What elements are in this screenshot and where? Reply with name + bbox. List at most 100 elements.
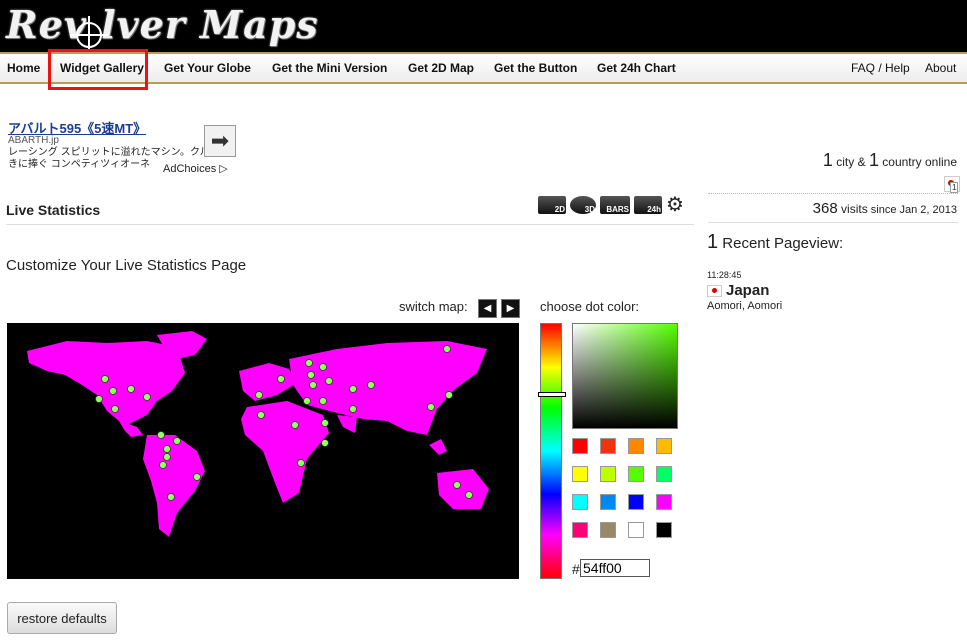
visitor-dot <box>159 461 167 469</box>
color-swatch[interactable] <box>656 522 672 538</box>
nav-get-24h-chart[interactable]: Get 24h Chart <box>597 61 676 75</box>
pageview-country: Japan <box>726 282 770 299</box>
pageview-location: Aomori, Aomori <box>707 300 783 312</box>
page-title: Live Statistics <box>6 202 101 218</box>
color-swatch[interactable] <box>628 522 644 538</box>
color-swatch[interactable] <box>572 466 588 482</box>
section-title: Customize Your Live Statistics Page <box>6 257 247 274</box>
visitor-dot <box>95 395 103 403</box>
country-label: country online <box>878 155 957 169</box>
highlight-box <box>48 49 148 90</box>
visitor-dot <box>307 371 315 379</box>
color-swatch[interactable] <box>656 494 672 510</box>
visitor-dot <box>349 385 357 393</box>
online-count: 1 city & 1 country online <box>823 150 957 171</box>
visitor-dot <box>111 405 119 413</box>
ad-domain: ABARTH.jp <box>8 135 59 146</box>
visitor-dot <box>319 397 327 405</box>
recent-label: Recent Pageview: <box>718 235 844 252</box>
nav-get-the-button[interactable]: Get the Button <box>494 61 577 75</box>
hex-hash: # <box>572 561 580 577</box>
divider <box>6 224 694 225</box>
pageview-time: 11:28:45 <box>707 270 742 280</box>
nav-get-your-globe[interactable]: Get Your Globe <box>164 61 251 75</box>
recent-count: 1 <box>707 231 719 253</box>
prev-map-icon[interactable]: ◀ <box>478 299 497 318</box>
color-swatch[interactable] <box>628 466 644 482</box>
visitor-dot <box>367 381 375 389</box>
hue-slider[interactable] <box>540 323 562 579</box>
arrow-right-icon[interactable]: ➡ <box>204 125 236 157</box>
visit-count: 368 visits since Jan 2, 2013 <box>813 200 957 217</box>
visitor-dot <box>291 421 299 429</box>
visitor-dot <box>319 363 327 371</box>
divider <box>708 222 958 223</box>
country-count: 1 <box>868 150 879 170</box>
color-swatch[interactable] <box>628 494 644 510</box>
restore-defaults-button[interactable]: restore defaults <box>7 602 117 634</box>
visitor-dot <box>325 377 333 385</box>
mode-2d-icon[interactable]: 2D <box>538 196 566 214</box>
visitor-dot <box>167 493 175 501</box>
color-swatch[interactable] <box>572 494 588 510</box>
mode-3d-icon[interactable]: 3D <box>570 196 596 214</box>
color-swatch[interactable] <box>656 438 672 454</box>
nav-faq-help[interactable]: FAQ / Help <box>851 61 910 75</box>
visits-label: visits <box>837 202 868 216</box>
mode-bars-icon[interactable]: BARS <box>600 196 630 214</box>
color-swatch[interactable] <box>600 466 616 482</box>
nav-get-2d-map[interactable]: Get 2D Map <box>408 61 474 75</box>
divider <box>708 193 958 194</box>
visitor-dot <box>163 445 171 453</box>
city-label: city & <box>832 155 869 169</box>
recent-pageviews-heading: 1 Recent Pageview: <box>707 231 843 254</box>
color-swatch[interactable] <box>572 522 588 538</box>
adchoices-link[interactable]: AdChoices ▷ <box>163 162 228 175</box>
visitor-dot <box>453 481 461 489</box>
hue-slider-handle[interactable] <box>538 392 566 397</box>
site-logo[interactable]: Rev lver Maps <box>6 2 319 47</box>
visitor-dot <box>173 437 181 445</box>
color-swatch[interactable] <box>572 438 588 454</box>
color-swatch[interactable] <box>656 466 672 482</box>
visitor-dot <box>163 453 171 461</box>
hex-color-input[interactable] <box>580 559 650 577</box>
color-swatch[interactable] <box>600 494 616 510</box>
visitor-dot <box>427 403 435 411</box>
nav-about[interactable]: About <box>925 61 956 75</box>
visitor-dot <box>127 385 135 393</box>
nav-get-mini-version[interactable]: Get the Mini Version <box>272 61 387 75</box>
visits-since: since Jan 2, 2013 <box>867 204 957 216</box>
visitor-dot <box>321 439 329 447</box>
visitor-dot <box>303 397 311 405</box>
japan-flag-icon <box>707 285 722 297</box>
gear-icon[interactable]: ⚙ <box>666 195 684 215</box>
view-mode-icons: 2D 3D BARS 24h ⚙ <box>538 195 684 215</box>
choose-dot-color-label: choose dot color: <box>540 299 640 314</box>
visitor-dot <box>465 491 473 499</box>
color-swatch[interactable] <box>600 522 616 538</box>
visits-number: 368 <box>812 200 838 217</box>
saturation-value-picker[interactable] <box>572 323 678 429</box>
visitor-dot <box>193 473 201 481</box>
flag-badge: 1 <box>950 182 959 193</box>
color-swatch[interactable] <box>600 438 616 454</box>
visitor-dot <box>255 391 263 399</box>
visitor-dot <box>305 359 313 367</box>
crosshair-icon <box>70 16 108 54</box>
next-map-icon[interactable]: ▶ <box>501 299 520 318</box>
site-header: Rev lver Maps <box>0 0 967 54</box>
mode-24h-icon[interactable]: 24h <box>634 196 662 214</box>
nav-home[interactable]: Home <box>7 61 40 75</box>
visitor-dot <box>257 411 265 419</box>
visitor-dot <box>157 431 165 439</box>
visitor-dot <box>445 391 453 399</box>
visitor-dot <box>443 345 451 353</box>
world-map <box>7 323 519 579</box>
color-swatch[interactable] <box>628 438 644 454</box>
visitor-dot <box>277 375 285 383</box>
city-count: 1 <box>822 150 833 170</box>
visitor-dot <box>297 459 305 467</box>
visitor-dot <box>349 405 357 413</box>
switch-map-label: switch map: <box>399 299 468 314</box>
